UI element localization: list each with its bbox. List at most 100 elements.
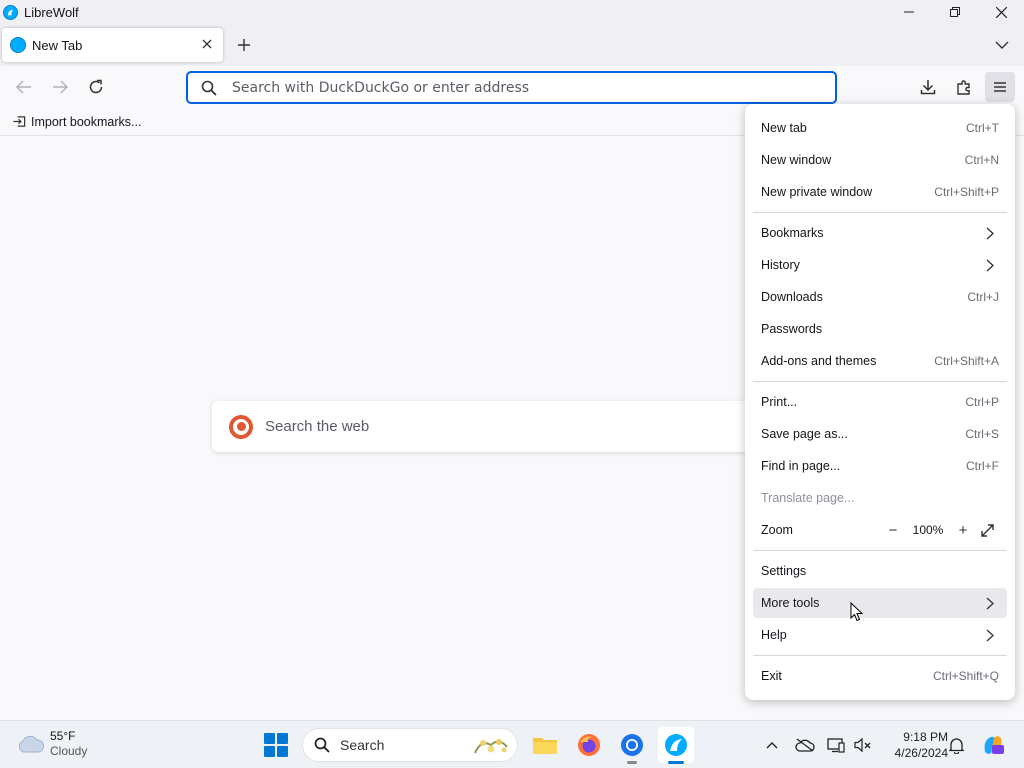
forward-button[interactable]: [45, 72, 75, 102]
volume-button[interactable]: [851, 733, 875, 757]
taskbar-chrome[interactable]: [614, 727, 650, 764]
menu-item-shortcut: Ctrl+Shift+P: [934, 185, 999, 199]
web-search-box[interactable]: Search the web: [212, 401, 812, 452]
network-button[interactable]: [824, 733, 848, 757]
address-bar[interactable]: [187, 72, 836, 103]
reload-icon: [89, 79, 103, 94]
tab-new-tab[interactable]: New Tab: [2, 28, 223, 62]
menu-item-label: Bookmarks: [761, 226, 824, 240]
zoom-reset-button[interactable]: 100%: [905, 523, 951, 537]
taskbar-file-explorer[interactable]: [527, 727, 563, 763]
copilot-icon: [984, 736, 1004, 754]
taskbar-search-label: Search: [340, 737, 385, 753]
menu-item-label: Settings: [761, 564, 807, 578]
import-bookmarks-button[interactable]: Import bookmarks...: [12, 115, 141, 129]
taskbar-search-box[interactable]: Search: [302, 728, 518, 762]
tab-strip: New Tab: [0, 24, 1024, 66]
menu-item-bookmarks[interactable]: Bookmarks: [753, 218, 1007, 248]
windows-logo-icon: [264, 733, 275, 744]
copilot-button[interactable]: [979, 733, 1007, 757]
menu-item-downloads[interactable]: Downloads Ctrl+J: [753, 282, 1007, 312]
reload-button[interactable]: [81, 72, 111, 102]
menu-item-exit[interactable]: Exit Ctrl+Shift+Q: [753, 661, 1007, 691]
menu-item-settings[interactable]: Settings: [753, 556, 1007, 586]
menu-item-new-window[interactable]: New window Ctrl+N: [753, 145, 1007, 175]
fullscreen-button[interactable]: [975, 518, 999, 542]
menu-item-label: Downloads: [761, 290, 823, 304]
tab-close-button[interactable]: [199, 36, 215, 52]
minimize-icon: [904, 11, 914, 13]
chevron-right-icon: [985, 628, 995, 642]
close-window-button[interactable]: [978, 0, 1024, 24]
search-highlight-icon: [474, 739, 508, 754]
close-icon: [202, 39, 212, 49]
network-icon: [827, 738, 845, 753]
chrome-icon: [621, 734, 643, 756]
cloud-offline-icon: [795, 738, 815, 752]
zoom-out-button[interactable]: −: [881, 518, 905, 542]
menu-item-zoom: Zoom − 100% +: [753, 515, 1007, 545]
menu-item-label: Translate page...: [761, 491, 855, 505]
minimize-button[interactable]: [886, 0, 932, 24]
navigation-bar: [0, 66, 1024, 108]
chevron-right-icon: [985, 596, 995, 610]
menu-item-more-tools[interactable]: More tools: [753, 588, 1007, 618]
menu-item-label: Passwords: [761, 322, 823, 336]
close-icon: [995, 6, 1007, 18]
menu-item-print[interactable]: Print... Ctrl+P: [753, 387, 1007, 417]
back-button[interactable]: [9, 72, 39, 102]
restore-icon: [950, 7, 960, 17]
app-menu-button[interactable]: [985, 72, 1015, 102]
menu-item-find-in-page[interactable]: Find in page... Ctrl+F: [753, 451, 1007, 481]
menu-item-addons[interactable]: Add-ons and themes Ctrl+Shift+A: [753, 346, 1007, 376]
search-icon: [313, 736, 331, 754]
weather-temperature: 55°F: [50, 729, 76, 743]
menu-separator: [753, 550, 1007, 551]
clock-date: 4/26/2024: [894, 746, 948, 760]
menu-item-history[interactable]: History: [753, 250, 1007, 280]
librewolf-icon: [665, 734, 687, 756]
new-tab-button[interactable]: [232, 33, 256, 57]
menu-item-shortcut: Ctrl+S: [965, 427, 999, 441]
zoom-in-button[interactable]: +: [951, 518, 975, 542]
menu-item-save-page[interactable]: Save page as... Ctrl+S: [753, 419, 1007, 449]
menu-item-label: Help: [761, 628, 787, 642]
menu-item-label: Add-ons and themes: [761, 354, 877, 368]
chevron-right-icon: [985, 226, 995, 240]
window-title: LibreWolf: [24, 4, 79, 20]
menu-separator: [753, 655, 1007, 656]
downloads-button[interactable]: [913, 72, 943, 102]
onedrive-button[interactable]: [793, 733, 817, 757]
restore-button[interactable]: [932, 0, 978, 24]
back-arrow-icon: [16, 80, 31, 94]
menu-item-shortcut: Ctrl+T: [966, 121, 999, 135]
menu-item-shortcut: Ctrl+P: [965, 395, 999, 409]
menu-separator: [753, 381, 1007, 382]
menu-item-new-private-window[interactable]: New private window Ctrl+Shift+P: [753, 177, 1007, 207]
running-indicator: [627, 761, 637, 764]
menu-item-passwords[interactable]: Passwords: [753, 314, 1007, 344]
download-icon: [920, 80, 936, 95]
taskbar-firefox[interactable]: [571, 727, 607, 763]
address-input[interactable]: [232, 79, 792, 96]
hamburger-icon: [994, 82, 1006, 92]
notifications-button[interactable]: [944, 733, 968, 757]
menu-item-help[interactable]: Help: [753, 620, 1007, 650]
mouse-cursor-icon: [850, 602, 864, 622]
librewolf-icon: [3, 4, 18, 20]
clock[interactable]: 9:18 PM 4/26/2024: [880, 729, 948, 761]
web-search-placeholder: Search the web: [265, 418, 370, 435]
menu-item-shortcut: Ctrl+F: [966, 459, 999, 473]
extensions-button[interactable]: [949, 72, 979, 102]
taskbar: 55°F Cloudy Search 9:18 PM 4/26/2024: [0, 720, 1024, 768]
running-indicator: [668, 761, 684, 764]
folder-icon: [533, 738, 557, 754]
menu-item-new-tab[interactable]: New tab Ctrl+T: [753, 113, 1007, 143]
list-all-tabs-button[interactable]: [990, 33, 1014, 57]
show-hidden-icons-button[interactable]: [760, 733, 784, 757]
taskbar-librewolf[interactable]: [658, 727, 694, 764]
bell-icon: [948, 737, 964, 754]
start-button[interactable]: [264, 733, 288, 757]
menu-item-label: New window: [761, 153, 832, 167]
weather-widget[interactable]: 55°F Cloudy: [16, 729, 87, 759]
